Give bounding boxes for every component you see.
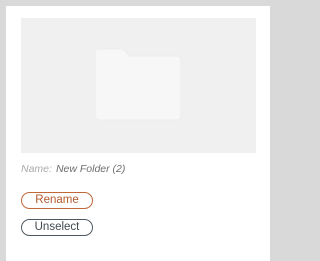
file-preview [21, 18, 256, 153]
folder-icon [94, 48, 182, 121]
selection-details-panel: Name: New Folder (2) Rename Unselect [6, 6, 270, 261]
file-name-row: Name: New Folder (2) [21, 163, 125, 175]
file-name-label: Name: [21, 163, 52, 175]
file-name-value: New Folder (2) [55, 163, 126, 175]
rename-button[interactable]: Rename [21, 192, 93, 209]
unselect-button[interactable]: Unselect [21, 219, 93, 236]
